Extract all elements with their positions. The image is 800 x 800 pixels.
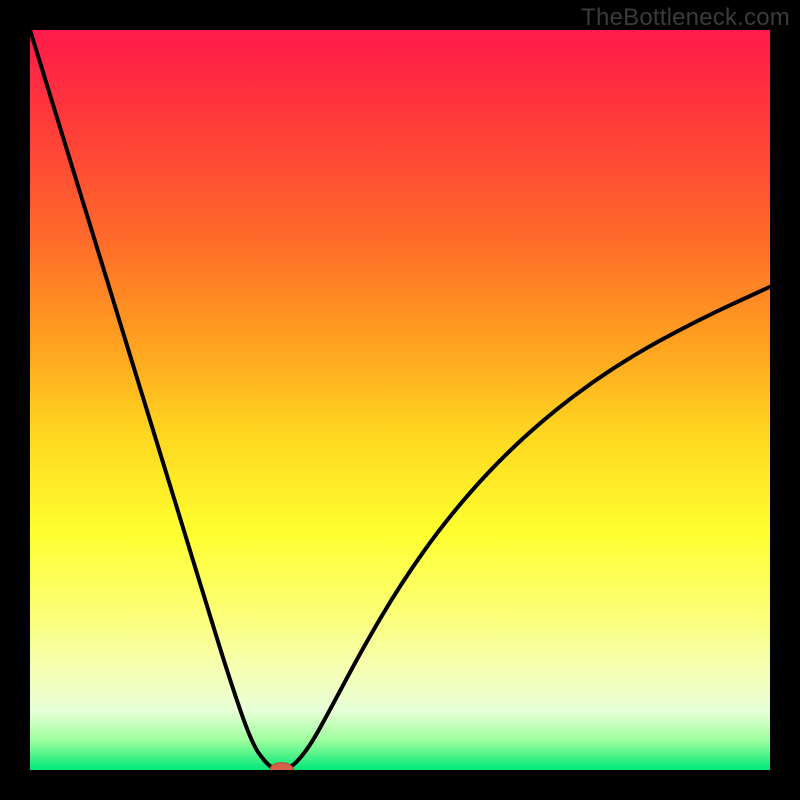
attribution-text: TheBottleneck.com [581,4,790,32]
optimum-marker [270,763,294,770]
curve-path [30,30,770,770]
chart-frame: TheBottleneck.com [0,0,800,800]
bottleneck-curve [30,30,770,770]
